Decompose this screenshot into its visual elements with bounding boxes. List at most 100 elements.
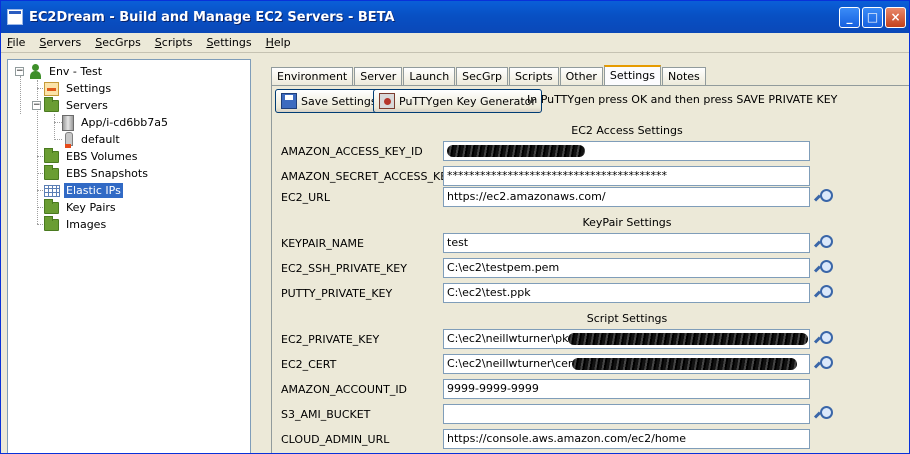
access-key-label: AMAZON_ACCESS_KEY_ID [281, 145, 423, 158]
private-key-value: C:\ec2\neillwturner\pk [447, 332, 569, 345]
rocket-icon [62, 131, 74, 148]
puttygen-icon [379, 93, 395, 109]
folder-icon [44, 215, 59, 231]
tab-launch[interactable]: Launch [403, 67, 456, 86]
redacted-value [568, 333, 809, 345]
tab-server[interactable]: Server [354, 67, 403, 86]
search-icon[interactable] [814, 234, 833, 252]
ec2-url-input[interactable]: https://ec2.amazonaws.com/ [443, 187, 810, 207]
tree-item-label: Elastic IPs [64, 183, 123, 198]
folder-icon [44, 198, 59, 214]
window-title: EC2Dream - Build and Manage EC2 Servers … [29, 9, 395, 25]
settings-panel: Environment Server Launch SecGrp Scripts… [259, 59, 909, 453]
menu-help[interactable]: Help [266, 36, 291, 49]
search-icon[interactable] [814, 330, 833, 348]
tree-item-settings[interactable]: Settings [44, 80, 113, 97]
menu-settings[interactable]: Settings [206, 36, 251, 49]
tree-item-label: Settings [66, 82, 112, 95]
search-icon[interactable] [814, 188, 833, 206]
private-key-input[interactable]: C:\ec2\neillwturner\pk [443, 329, 810, 349]
putty-key-label: PUTTY_PRIVATE_KEY [281, 287, 393, 300]
tree-servers-collapse-icon[interactable]: − [32, 101, 41, 110]
search-icon[interactable] [814, 355, 833, 373]
tab-other[interactable]: Other [559, 67, 603, 86]
tree-item-label: Images [66, 218, 107, 231]
puttygen-label: PuTTYgen Key Generator [399, 94, 536, 108]
minimize-button[interactable]: _ [839, 7, 860, 28]
tree-item-ebs-snapshots[interactable]: EBS Snapshots [44, 164, 150, 182]
panel-splitter[interactable] [253, 59, 257, 453]
puttygen-hint: In PuTTYgen press OK and then press SAVE… [527, 93, 838, 106]
menu-secgrps[interactable]: SecGrps [95, 36, 141, 49]
tab-environment[interactable]: Environment [271, 67, 354, 86]
ec2-url-label: EC2_URL [281, 191, 330, 204]
tab-strip: Environment Server Launch SecGrp Scripts… [271, 65, 707, 86]
access-key-input[interactable] [443, 141, 810, 161]
tree-item-label: Env - Test [49, 65, 103, 78]
menu-file[interactable]: File [7, 36, 25, 49]
tree-item-server-default[interactable]: default [62, 131, 122, 148]
redacted-value [447, 145, 585, 157]
environment-icon [28, 64, 43, 79]
admin-url-input[interactable]: https://console.aws.amazon.com/ec2/home [443, 429, 810, 449]
ssh-key-label: EC2_SSH_PRIVATE_KEY [281, 262, 407, 275]
tree-item-label: Servers [66, 99, 108, 112]
tab-notes[interactable]: Notes [662, 67, 706, 86]
floppy-disk-icon [281, 93, 297, 109]
app-icon [7, 9, 23, 25]
tree-item-label: default [81, 133, 120, 146]
s3-bucket-label: S3_AMI_BUCKET [281, 408, 371, 421]
folder-icon [44, 96, 59, 112]
folder-icon [44, 164, 59, 180]
tree-item-key-pairs[interactable]: Key Pairs [44, 198, 118, 216]
secret-key-input[interactable]: **************************************** [443, 166, 810, 186]
admin-url-label: CLOUD_ADMIN_URL [281, 433, 390, 446]
redacted-value [572, 358, 798, 370]
keypair-name-label: KEYPAIR_NAME [281, 237, 364, 250]
tree-item-server-app[interactable]: App/i-cd6bb7a5 [62, 114, 170, 131]
tree-item-label: EBS Snapshots [66, 167, 148, 180]
tree-item-label: Key Pairs [66, 201, 116, 214]
save-settings-button[interactable]: Save Settings [275, 89, 383, 113]
menu-scripts[interactable]: Scripts [155, 36, 193, 49]
search-icon[interactable] [814, 259, 833, 277]
folder-icon [44, 147, 59, 163]
title-bar[interactable]: EC2Dream - Build and Manage EC2 Servers … [1, 1, 909, 33]
search-icon[interactable] [814, 405, 833, 423]
tab-secgrp[interactable]: SecGrp [456, 67, 508, 86]
tree-item-servers[interactable]: Servers [44, 96, 110, 114]
cert-label: EC2_CERT [281, 358, 337, 371]
close-button[interactable]: × [885, 7, 906, 28]
navigation-tree[interactable]: − Env - Test Settings − Servers App/i-cd… [7, 59, 251, 453]
table-icon [44, 184, 60, 197]
putty-key-input[interactable]: C:\ec2\test.ppk [443, 283, 810, 303]
save-settings-label: Save Settings [301, 94, 377, 108]
settings-icon [44, 81, 59, 96]
tree-item-env-test[interactable]: Env - Test [28, 63, 104, 80]
menu-servers[interactable]: Servers [39, 36, 81, 49]
tree-item-label: EBS Volumes [66, 150, 138, 163]
menu-bar: File Servers SecGrps Scripts Settings He… [1, 33, 909, 53]
tab-scripts[interactable]: Scripts [509, 67, 559, 86]
section-script: Script Settings [586, 312, 668, 325]
private-key-label: EC2_PRIVATE_KEY [281, 333, 380, 346]
account-id-label: AMAZON_ACCOUNT_ID [281, 383, 408, 396]
cert-input[interactable]: C:\ec2\neillwturner\cer [443, 354, 810, 374]
tree-item-elastic-ips[interactable]: Elastic IPs [44, 182, 123, 199]
settings-tab-body: Save Settings PuTTYgen Key Generator In … [271, 85, 909, 453]
puttygen-button[interactable]: PuTTYgen Key Generator [373, 89, 542, 113]
account-id-input[interactable]: 9999-9999-9999 [443, 379, 810, 399]
ssh-key-input[interactable]: C:\ec2\testpem.pem [443, 258, 810, 278]
section-keypair: KeyPair Settings [582, 216, 672, 229]
tree-root-collapse-icon[interactable]: − [15, 67, 24, 76]
tree-item-images[interactable]: Images [44, 215, 108, 233]
section-ec2-access: EC2 Access Settings [571, 124, 683, 137]
keypair-name-input[interactable]: test [443, 233, 810, 253]
tab-settings[interactable]: Settings [603, 65, 661, 86]
secret-key-label: AMAZON_SECRET_ACCESS_KEY [281, 170, 454, 183]
cert-value: C:\ec2\neillwturner\cer [447, 357, 573, 370]
tree-item-ebs-volumes[interactable]: EBS Volumes [44, 147, 139, 165]
s3-bucket-input[interactable] [443, 404, 810, 424]
search-icon[interactable] [814, 284, 833, 302]
maximize-button[interactable]: □ [862, 7, 883, 28]
